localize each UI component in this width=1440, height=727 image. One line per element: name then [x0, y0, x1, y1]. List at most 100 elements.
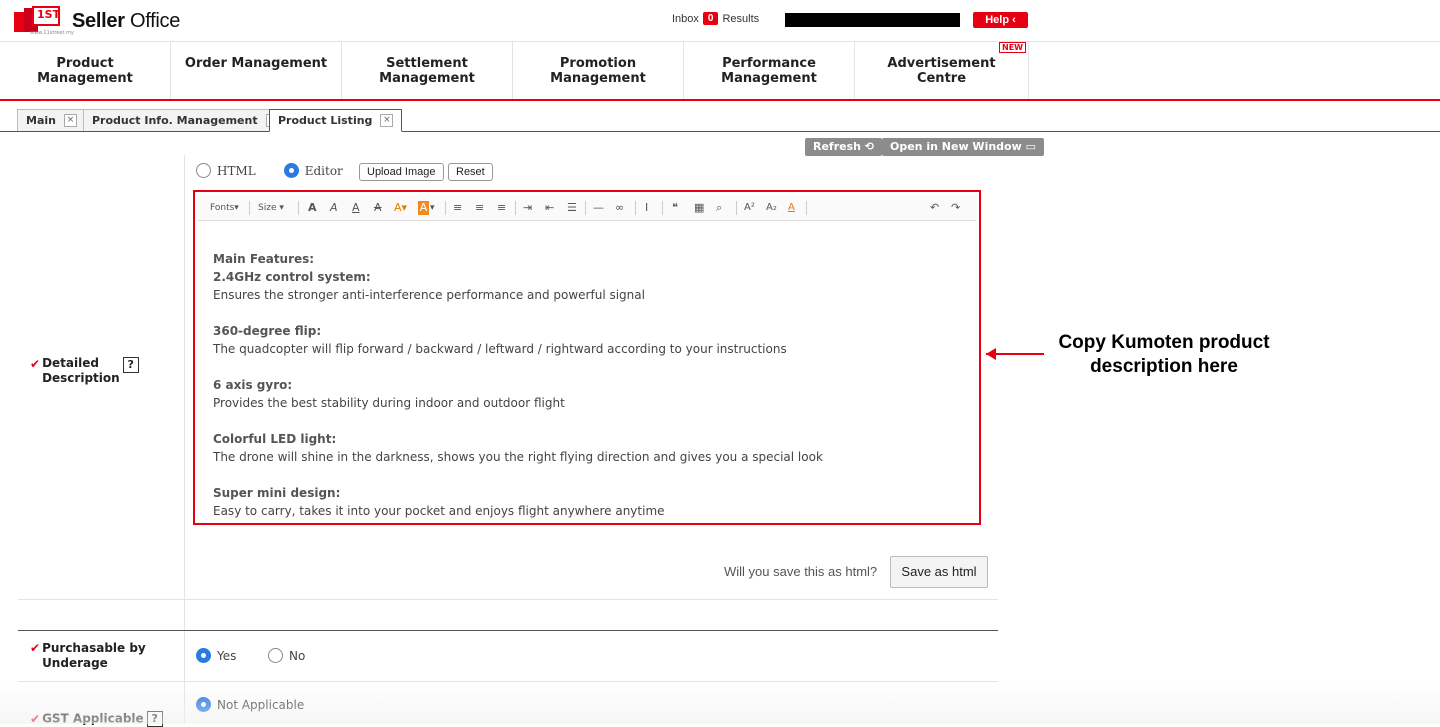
logo[interactable]: 1ST www.11street.my Seller Office — [14, 6, 180, 36]
help-button[interactable]: Help ‹ — [973, 12, 1028, 28]
align-right-icon[interactable]: ≡ — [497, 201, 506, 215]
tab-product-info-management[interactable]: Product Info. Management × — [83, 109, 288, 131]
horizontal-rule-icon[interactable]: — — [593, 201, 604, 215]
align-left-icon[interactable]: ≡ — [453, 201, 462, 215]
content-heading: 360-degree flip: — [213, 324, 322, 338]
purchasable-yes-option[interactable]: Yes — [196, 648, 236, 663]
close-icon[interactable]: × — [63, 114, 77, 127]
divider — [18, 681, 998, 682]
nav-performance-management[interactable]: Performance Management — [684, 42, 855, 99]
required-check-icon: ✔ — [30, 356, 41, 371]
fonts-dropdown[interactable]: Fonts▾ — [210, 201, 239, 215]
quote-icon[interactable]: ❝ — [672, 201, 678, 215]
content-paragraph: The drone will shine in the darkness, sh… — [213, 450, 823, 464]
redo-icon[interactable]: ↷ — [951, 201, 960, 215]
close-icon[interactable]: × — [380, 114, 394, 127]
nav-promotion-management[interactable]: Promotion Management — [513, 42, 684, 99]
font-color-icon[interactable]: A▾ — [394, 201, 407, 215]
subscript-icon[interactable]: A₂ — [766, 201, 777, 215]
outdent-icon[interactable]: ⇤ — [545, 201, 554, 215]
gst-label: ✔ GST Applicable? — [30, 711, 163, 727]
highlight-color-icon[interactable]: A — [418, 201, 429, 215]
results-label[interactable]: Results — [722, 13, 759, 25]
tab-product-listing[interactable]: Product Listing × — [269, 109, 403, 132]
gst-not-applicable-radio[interactable] — [196, 697, 211, 712]
purchasable-no-radio[interactable] — [268, 648, 283, 663]
inbox-label[interactable]: Inbox — [672, 13, 699, 25]
table-icon[interactable]: ▦ — [694, 201, 704, 215]
section-divider — [18, 630, 998, 631]
main-navigation: Product Management Order Management Sett… — [0, 42, 1440, 101]
content-paragraph: Ensures the stronger anti-interference p… — [213, 288, 645, 302]
purchasable-yes-radio[interactable] — [196, 648, 211, 663]
help-question-icon[interactable]: ? — [122, 357, 139, 373]
tab-label: Product Info. Management — [92, 114, 258, 127]
logo-badge: 1ST www.11street.my — [14, 6, 74, 36]
content-heading: 2.4GHz control system: — [213, 270, 371, 284]
rich-text-editor[interactable]: Fonts▾ Size ▾ A A A A A▾ A ▾ ≡ ≡ ≡ ⇥ ⇤ ☰… — [193, 190, 981, 525]
content-paragraph: The quadcopter will flip forward / backw… — [213, 342, 787, 356]
search-icon[interactable]: ⌕ — [716, 201, 722, 215]
nav-product-management[interactable]: Product Management — [0, 42, 171, 99]
html-mode-label[interactable]: HTML — [217, 164, 256, 178]
content-heading: 6 axis gyro: — [213, 378, 293, 392]
strikethrough-icon[interactable]: A — [374, 201, 382, 215]
logo-badge-text: 1ST — [32, 6, 60, 26]
required-check-icon: ✔ — [30, 711, 41, 726]
link-icon[interactable]: ∞ — [615, 201, 624, 215]
open-new-window-button[interactable]: Open in New Window ▭ — [882, 138, 1044, 156]
undo-icon[interactable]: ↶ — [930, 201, 939, 215]
align-center-icon[interactable]: ≡ — [475, 201, 484, 215]
reset-button[interactable]: Reset — [448, 163, 493, 181]
nav-order-management[interactable]: Order Management — [171, 42, 342, 99]
app-title: Seller Office — [72, 9, 181, 32]
italic-icon[interactable]: A — [330, 201, 338, 215]
highlight-dropdown-icon[interactable]: ▾ — [430, 201, 435, 215]
nav-settlement-management[interactable]: Settlement Management — [342, 42, 513, 99]
editor-content[interactable]: Main Features: 2.4GHz control system: Ensu… — [213, 250, 963, 520]
content-heading: Main Features: — [213, 252, 315, 266]
divider — [18, 599, 998, 600]
content-paragraph: Easy to carry, takes it into your pocket… — [213, 504, 665, 518]
annotation-text: Copy Kumoten product description here — [1058, 332, 1270, 377]
detailed-description-label: ✔ Detailed Description? — [30, 356, 139, 386]
upload-image-button[interactable]: Upload Image — [359, 163, 444, 181]
list-icon[interactable]: ☰ — [567, 201, 577, 215]
help-question-icon[interactable]: ? — [146, 711, 163, 727]
refresh-button[interactable]: Refresh ⟲ — [805, 138, 883, 156]
bold-icon[interactable]: A — [308, 201, 317, 215]
new-badge: NEW — [999, 42, 1026, 53]
option-label: Not Applicable — [217, 697, 305, 712]
clear-format-icon[interactable]: A — [788, 201, 795, 215]
option-label: Yes — [217, 648, 237, 663]
save-html-question: Will you save this as html? — [724, 564, 878, 579]
underline-icon[interactable]: A — [352, 201, 360, 215]
option-label: No — [289, 648, 306, 663]
tab-label: Main — [26, 114, 56, 127]
line-height-icon[interactable]: Ι — [645, 201, 648, 215]
html-mode-radio[interactable] — [196, 163, 211, 178]
superscript-icon[interactable]: A² — [744, 201, 755, 215]
purchasable-no-option[interactable]: No — [268, 648, 305, 663]
editor-mode-label[interactable]: Editor — [305, 164, 343, 178]
gst-not-applicable-option[interactable]: Not Applicable — [196, 697, 304, 712]
annotation-arrowhead — [986, 348, 996, 360]
save-as-html-button[interactable]: Save as html — [890, 556, 988, 588]
size-dropdown[interactable]: Size ▾ — [258, 201, 284, 215]
content-heading: Super mini design: — [213, 486, 341, 500]
editor-mode-selector: HTML Editor — [196, 163, 371, 178]
tab-label: Product Listing — [278, 114, 373, 127]
content-heading: Colorful LED light: — [213, 432, 337, 446]
nav-advertisement-centre[interactable]: Advertisement Centre NEW — [855, 42, 1029, 99]
indent-icon[interactable]: ⇥ — [523, 201, 532, 215]
purchasable-label: ✔ Purchasable by Underage — [30, 641, 146, 670]
editor-mode-radio[interactable] — [283, 163, 299, 178]
logo-badge-sub: www.11street.my — [30, 30, 74, 36]
inbox-results[interactable]: Inbox 0 Results — [672, 12, 759, 25]
required-check-icon: ✔ — [30, 641, 41, 655]
editor-toolbar: Fonts▾ Size ▾ A A A A A▾ A ▾ ≡ ≡ ≡ ⇥ ⇤ ☰… — [198, 195, 976, 221]
tab-main[interactable]: Main × — [17, 109, 86, 131]
